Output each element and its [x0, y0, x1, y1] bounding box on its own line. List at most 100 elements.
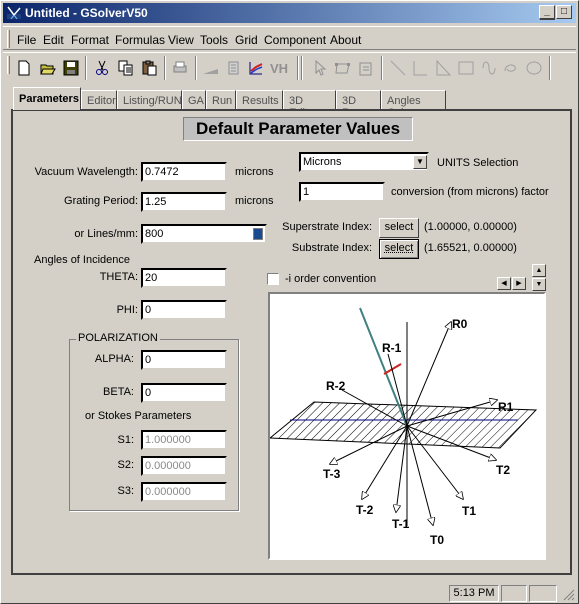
cut-icon[interactable]	[91, 57, 113, 79]
stokes-heading: or Stokes Parameters	[85, 410, 192, 422]
open-folder-icon[interactable]	[37, 57, 59, 79]
page-title: Default Parameter Values	[183, 117, 413, 141]
label-t-2: T-2	[356, 503, 374, 517]
toolbar-separator	[164, 56, 166, 80]
pointer-icon[interactable]	[309, 57, 331, 79]
angles-heading: Angles of Incidence	[34, 254, 131, 266]
lines-per-mm-spin-icon[interactable]	[253, 228, 263, 240]
order-convention-checkbox[interactable]	[267, 273, 279, 285]
menu-tools[interactable]: Tools	[200, 33, 228, 47]
grating-period-input[interactable]: 1.25	[141, 192, 227, 212]
window-title: Untitled - GSolverV50	[25, 6, 148, 20]
maximize-icon: □	[560, 6, 568, 17]
menu-format[interactable]: Format	[71, 33, 109, 47]
freeform-icon[interactable]	[500, 57, 522, 79]
label-t-1: T-1	[392, 517, 410, 531]
units-select[interactable]: Microns	[299, 152, 429, 172]
vacuum-wavelength-input[interactable]: 0.7472	[141, 162, 227, 182]
s1-input[interactable]: 1.000000	[141, 430, 227, 450]
print-icon[interactable]	[169, 57, 191, 79]
ellipse-icon[interactable]	[523, 57, 545, 79]
menu-component[interactable]: Component	[264, 33, 326, 47]
grating-icon[interactable]	[200, 57, 222, 79]
tab-results[interactable]: Results	[236, 90, 283, 109]
substrate-label: Substrate Index:	[291, 242, 372, 254]
beta-input[interactable]: 0	[141, 383, 227, 403]
label-r-2: R-2	[326, 379, 346, 393]
tab-3d-editor[interactable]: 3D Editor	[283, 90, 336, 119]
tab-editor[interactable]: Editor	[81, 90, 117, 109]
status-pane-3	[529, 585, 557, 602]
toolbar-separator	[549, 56, 551, 80]
node-edit-icon[interactable]	[332, 57, 354, 79]
label-r1: R1	[498, 400, 514, 414]
toolbar-grip[interactable]	[7, 56, 10, 74]
conversion-factor-label: conversion (from microns) factor	[391, 186, 549, 198]
s2-input[interactable]: 0.000000	[141, 456, 227, 476]
triangle-icon[interactable]	[432, 57, 454, 79]
toolbar-separator	[381, 56, 383, 80]
conversion-factor-input[interactable]: 1	[299, 182, 385, 202]
status-bar: 5:13 PM	[3, 583, 576, 603]
listing-icon[interactable]	[222, 57, 244, 79]
label-t0: T0	[430, 533, 444, 547]
tab-parameters[interactable]: Parameters	[13, 87, 81, 110]
tab-3d-run[interactable]: 3D Run	[336, 90, 381, 119]
s3-input[interactable]: 0.000000	[141, 482, 227, 502]
app-icon	[7, 6, 21, 20]
vh-icon[interactable]: VH	[268, 57, 290, 79]
menu-formulas[interactable]: Formulas	[115, 33, 165, 47]
rotate-up-button[interactable]: ▲	[532, 264, 546, 277]
phi-input[interactable]: 0	[141, 300, 227, 320]
main-window: Untitled - GSolverV50 _ _ □ File Edit Fo…	[0, 0, 579, 604]
menu-view[interactable]: View	[168, 33, 194, 47]
rotate-down-button[interactable]: ▼	[532, 278, 546, 291]
menu-bar: File Edit Format Formulas View Tools Gri…	[3, 26, 576, 50]
resize-grip-icon[interactable]	[563, 589, 575, 601]
right-angle-icon[interactable]	[409, 57, 431, 79]
arrow-left-icon: ◀	[501, 280, 507, 287]
chart-icon[interactable]	[245, 57, 267, 79]
alpha-input[interactable]: 0	[141, 350, 227, 370]
properties-icon[interactable]	[355, 57, 377, 79]
label-r0: R0	[452, 317, 468, 331]
maximize-button[interactable]: □	[556, 5, 572, 19]
arrow-down-icon: ▼	[535, 281, 543, 288]
vacuum-wavelength-label: Vacuum Wavelength:	[34, 166, 138, 178]
tab-listing-run[interactable]: Listing/RUN	[117, 90, 182, 109]
save-icon[interactable]	[60, 57, 82, 79]
menu-about[interactable]: About	[330, 33, 361, 47]
wave-icon[interactable]	[478, 57, 500, 79]
menubar-grip[interactable]	[7, 30, 10, 48]
tab-run[interactable]: Run	[206, 90, 236, 109]
toolbar-separator	[195, 56, 197, 80]
grating-period-label: Grating Period:	[64, 195, 138, 207]
chevron-down-icon[interactable]: ▼	[413, 155, 427, 169]
lines-per-mm-input[interactable]: 800	[141, 224, 267, 244]
title-bar[interactable]: Untitled - GSolverV50	[3, 3, 576, 23]
line-icon[interactable]	[387, 57, 409, 79]
parameters-panel: Default Parameter Values Vacuum Waveleng…	[11, 109, 572, 575]
s2-label: S2:	[117, 459, 134, 471]
phi-label: PHI:	[116, 304, 138, 316]
theta-input[interactable]: 20	[141, 268, 227, 288]
s3-label: S3:	[117, 485, 134, 497]
rectangle-icon[interactable]	[455, 57, 477, 79]
rotate-right-button[interactable]: ▶	[512, 277, 526, 290]
tab-angles-calc[interactable]: Angles Calc	[381, 90, 446, 119]
toolbar-separator	[297, 56, 299, 80]
menu-edit[interactable]: Edit	[43, 33, 64, 47]
copy-icon[interactable]	[115, 57, 137, 79]
minimize-button-face[interactable]: _	[539, 5, 555, 19]
menu-grid[interactable]: Grid	[235, 33, 258, 47]
rotate-left-button[interactable]: ◀	[497, 277, 511, 290]
toolbar-separator	[301, 56, 303, 80]
superstrate-select-button[interactable]: select	[379, 218, 419, 238]
tab-ga[interactable]: GA	[182, 90, 206, 109]
paste-icon[interactable]	[139, 57, 161, 79]
substrate-select-button[interactable]: select	[379, 239, 419, 259]
menu-file[interactable]: File	[17, 33, 36, 47]
diffraction-diagram[interactable]: R0 R-1 R-2 R1 T-3 T-2 T-1 T0 T1 T2	[268, 292, 546, 560]
units-label: UNITS Selection	[437, 157, 519, 169]
new-file-icon[interactable]	[13, 57, 35, 79]
